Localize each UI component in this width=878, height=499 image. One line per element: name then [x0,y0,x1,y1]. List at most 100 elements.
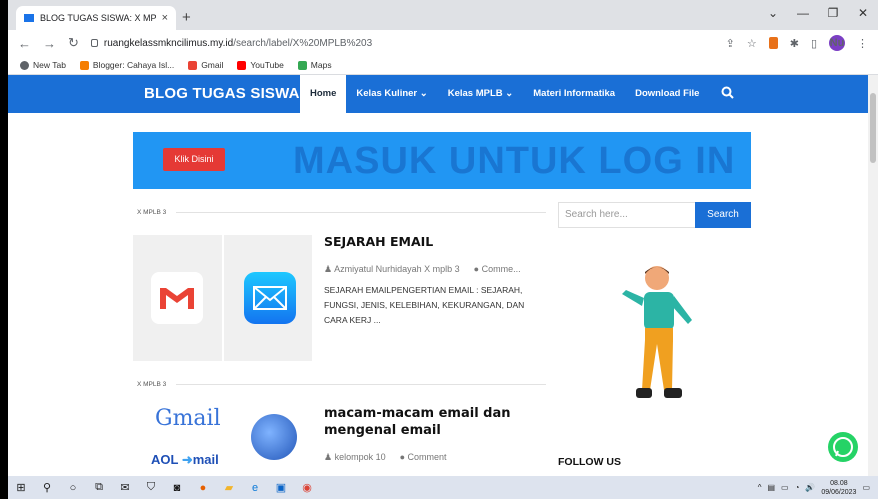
wifi-icon[interactable]: ◔ [795,483,800,492]
extension-icon[interactable] [768,37,778,49]
whatsapp-icon[interactable] [828,432,858,462]
windows-start-icon[interactable]: ⊞ [8,481,34,494]
browser-window: BLOG TUGAS SISWA: X MPLB 3 × + ⌄ — ❐ ✕ ←… [8,0,878,499]
post-meta: ♟ Azmiyatul Nurhidayah X mplb 3 ● Comme.… [324,264,521,275]
edge-icon[interactable]: e [242,482,268,494]
task-view-icon[interactable]: ⧉ [86,481,112,494]
extensions-puzzle-icon[interactable]: ✱ [790,37,799,50]
menu-download-file[interactable]: Download File [625,75,709,113]
post-meta: ♟ kelompok 10 ● Comment [324,452,447,463]
chevron-up-icon[interactable]: ^ [758,483,762,492]
bookmark-label: Maps [310,60,332,70]
mail-icon[interactable]: ✉ [112,481,138,494]
gmail-wordmark: Gmail [155,406,221,431]
window-controls: ⌄ — ❐ ✕ [758,0,878,30]
url-field[interactable]: ruangkelassmkncilimus.my.id/search/label… [90,38,372,49]
battery-icon[interactable]: ▭ [781,483,789,492]
cortana-icon[interactable]: ○ [60,482,86,494]
blogger-icon [79,60,89,70]
side-panel-icon[interactable]: ▯ [811,37,817,50]
site-navbar: BLOG TUGAS SISWA Home Kelas Kuliner ⌄ Ke… [8,75,878,113]
globe-icon [20,60,29,70]
author-name: Azmiyatul Nurhidayah X mplb 3 [334,264,460,274]
bookmark-blogger[interactable]: Blogger: Cahaya Isl... [79,60,175,70]
system-tray: ^ ▤ ▭ ◔ 🔊 08.08 09/06/2023 ▭ [758,479,878,497]
character-illustration [622,266,692,398]
comment-icon: ● [399,452,408,462]
bookmark-star-icon[interactable]: ☆ [747,37,757,50]
post-label[interactable]: X MPLB 3 [133,378,171,390]
volume-icon[interactable]: 🔊 [805,483,815,492]
share-icon[interactable]: ⇪ [726,37,735,50]
page-scrollbar[interactable] [868,75,878,476]
reload-icon[interactable]: ↻ [68,35,79,51]
browser-tab[interactable]: BLOG TUGAS SISWA: X MPLB 3 × [16,6,176,30]
bookmark-label: Gmail [201,60,224,70]
outlook-icon[interactable]: ▣ [268,481,294,494]
sidebar-search-button[interactable]: Search [695,202,751,228]
comments-label: Comme... [481,264,521,274]
post-label-row: X MPLB 3 [133,378,546,390]
menu-kelas-mplb[interactable]: Kelas MPLB ⌄ [438,75,524,113]
bookmark-label: Blogger: Cahaya Isl... [92,60,175,70]
bookmark-maps[interactable]: Maps [297,60,332,70]
post-comments[interactable]: ● Comment [400,452,447,463]
post-thumbnail-gmail[interactable] [133,235,222,361]
mail-app-icon [244,272,296,324]
scrollbar-thumb[interactable] [870,93,876,163]
tab-close-button[interactable]: × [162,12,168,24]
post-title[interactable]: SEJARAH EMAIL [324,234,433,249]
banner-text: MASUK UNTUK LOG IN [293,140,736,182]
web-page: BLOG TUGAS SISWA Home Kelas Kuliner ⌄ Ke… [8,75,878,476]
menu-kebab-icon[interactable]: ⋮ [857,37,868,50]
aol-text: AOL [151,452,179,467]
sidebar-search-input[interactable]: Search here... [558,202,696,228]
profile-avatar[interactable]: Nu [829,35,845,51]
bookmark-youtube[interactable]: YouTube [237,60,284,70]
back-icon[interactable]: ← [18,36,31,51]
aol-wordmark: AOL ➜mail [151,452,219,467]
gmail-logo-icon [151,272,203,324]
tab-search-button[interactable]: ⌄ [758,0,788,30]
post-label[interactable]: X MPLB 3 [133,206,171,218]
login-banner: Klik Disini MASUK UNTUK LOG IN [133,132,751,189]
search-icon[interactable]: ⚲ [34,481,60,494]
post-author[interactable]: ♟ Azmiyatul Nurhidayah X mplb 3 [324,264,460,275]
post-title[interactable]: macam-macam email dan mengenal email [324,405,534,439]
post-thumbnail-email-logos[interactable]: Gmail AOL ➜mail [133,400,313,476]
network-icon[interactable]: ▤ [767,483,775,492]
post-label-row: X MPLB 3 [133,206,546,218]
chrome-icon[interactable]: ◉ [294,481,320,494]
clock-date: 09/06/2023 [821,488,857,496]
close-window-button[interactable]: ✕ [848,0,878,30]
bookmark-label: New Tab [33,60,66,70]
site-menu: Home Kelas Kuliner ⌄ Kelas MPLB ⌄ Materi… [300,75,746,113]
divider [176,383,546,385]
forward-icon[interactable]: → [43,36,56,51]
post-comments[interactable]: ● Comme... [474,264,521,275]
maps-icon [297,60,307,70]
store-icon[interactable]: ⛉ [138,481,164,494]
comments-label: Comment [407,452,447,462]
notification-icon[interactable]: ▭ [862,483,870,492]
camera-icon[interactable]: ◙ [164,482,190,494]
menu-materi-informatika[interactable]: Materi Informatika [523,75,625,113]
menu-kelas-kuliner[interactable]: Kelas Kuliner ⌄ [346,75,437,113]
restore-button[interactable]: ❐ [818,0,848,30]
new-tab-button[interactable]: + [182,9,191,26]
clock[interactable]: 08.08 09/06/2023 [821,479,856,497]
post-thumbnail-mail[interactable] [224,235,312,361]
firefox-icon[interactable]: ● [190,482,216,494]
bookmark-gmail[interactable]: Gmail [188,60,223,70]
follow-us-title: FOLLOW US [558,456,621,468]
site-brand[interactable]: BLOG TUGAS SISWA [144,85,300,102]
klik-disini-button[interactable]: Klik Disini [163,148,225,171]
lock-icon[interactable] [90,39,98,47]
menu-home[interactable]: Home [300,75,347,113]
minimize-button[interactable]: — [788,0,818,30]
windows-taskbar: ⊞ ⚲ ○ ⧉ ✉ ⛉ ◙ ● ▰ e ▣ ◉ ^ ▤ ▭ ◔ 🔊 08.08 … [8,476,878,499]
file-explorer-icon[interactable]: ▰ [216,481,242,494]
search-icon[interactable] [709,75,746,113]
bookmark-new-tab[interactable]: New Tab [20,60,66,70]
post-author[interactable]: ♟ kelompok 10 [324,452,386,463]
